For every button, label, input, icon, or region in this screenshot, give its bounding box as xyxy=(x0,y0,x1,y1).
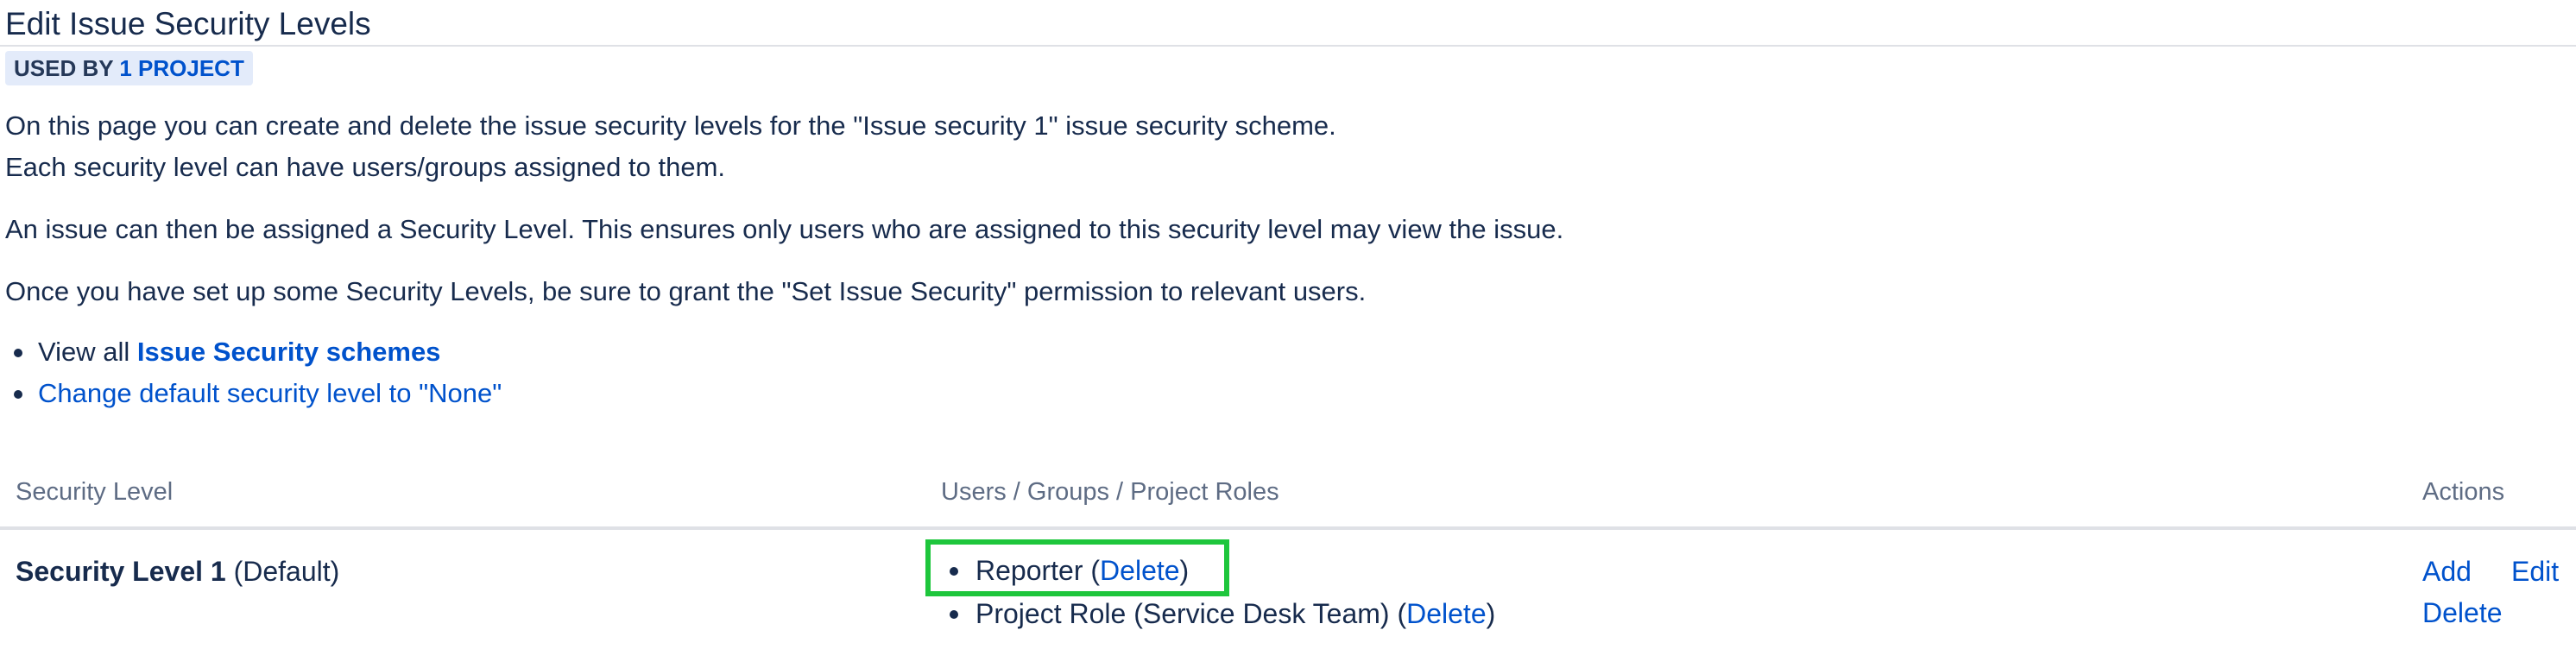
member-label-reporter: Reporter xyxy=(975,555,1083,586)
used-by-badge: USED BY 1 PROJECT xyxy=(5,51,253,85)
issue-security-schemes-link[interactable]: Issue Security schemes xyxy=(137,337,441,367)
page-title: Edit Issue Security Levels xyxy=(5,6,371,41)
title-divider xyxy=(0,45,2576,47)
intro-text-4: Once you have set up some Security Level… xyxy=(5,276,1367,306)
used-by-label: USED BY xyxy=(14,55,114,81)
page: Edit Issue Security Levels USED BY 1 PRO… xyxy=(0,0,2576,649)
table-header-divider xyxy=(0,526,2576,530)
security-level-name: Security Level 1 xyxy=(16,556,226,587)
security-level-cell: Security Level 1 (Default) xyxy=(16,551,339,592)
edit-level-link[interactable]: Edit xyxy=(2511,551,2559,592)
view-all-label: View all xyxy=(38,337,130,367)
intro-text-3: An issue can then be assigned a Security… xyxy=(5,214,1564,244)
delete-project-role-link[interactable]: Delete xyxy=(1406,598,1487,629)
column-header-security-level: Security Level xyxy=(16,478,174,506)
intro-text-2: Each security level can have users/group… xyxy=(5,152,726,182)
default-label: (Default) xyxy=(233,556,340,587)
list-item-reporter: Reporter (Delete) xyxy=(943,549,1495,592)
scheme-links-list: View all Issue Security schemes Change d… xyxy=(5,331,502,414)
column-header-actions: Actions xyxy=(2422,478,2505,506)
intro-text-1: On this page you can create and delete t… xyxy=(5,110,1336,141)
list-item-project-role: Project Role (Service Desk Team) (Delete… xyxy=(943,592,1495,635)
member-label-project-role: Project Role (Service Desk Team) xyxy=(975,598,1390,629)
list-item-view-all: View all Issue Security schemes xyxy=(5,331,502,373)
delete-level-link[interactable]: Delete xyxy=(2422,592,2503,633)
column-header-members: Users / Groups / Project Roles xyxy=(941,478,1279,506)
used-by-projects-link[interactable]: 1 PROJECT xyxy=(119,55,244,81)
list-item-change-default: Change default security level to "None" xyxy=(5,373,502,414)
change-default-level-link[interactable]: Change default security level to "None" xyxy=(38,378,502,408)
add-member-link[interactable]: Add xyxy=(2422,551,2472,592)
members-list: Reporter (Delete) Project Role (Service … xyxy=(943,549,1495,635)
delete-reporter-link[interactable]: Delete xyxy=(1100,555,1180,586)
